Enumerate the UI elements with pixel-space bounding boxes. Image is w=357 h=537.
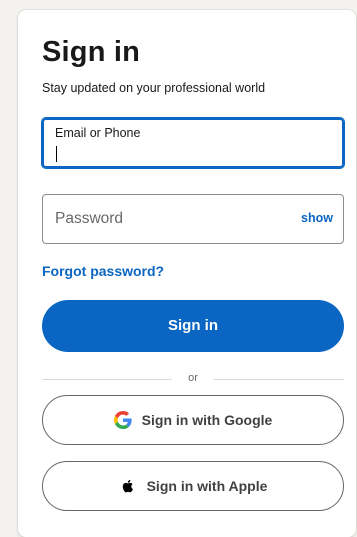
page-title: Sign in (42, 36, 141, 68)
show-password-button[interactable]: show (301, 211, 333, 225)
forgot-password-link[interactable]: Forgot password? (42, 263, 164, 279)
page-subtitle: Stay updated on your professional world (42, 81, 266, 95)
google-icon (113, 411, 132, 429)
divider-text: or (188, 372, 198, 384)
google-button-label: Sign in with Google (141, 412, 273, 428)
password-placeholder: Password (55, 210, 124, 227)
divider-line-right (214, 379, 344, 380)
email-field-label: Email or Phone (55, 126, 141, 140)
apple-button-label: Sign in with Apple (146, 478, 268, 494)
password-field[interactable]: Password show (42, 194, 344, 244)
text-caret (56, 146, 57, 162)
apple-icon (122, 479, 133, 493)
sign-in-with-google-button[interactable]: Sign in with Google (42, 395, 344, 445)
or-divider: or (42, 372, 344, 386)
signin-card: Sign in Stay updated on your professiona… (18, 10, 356, 537)
sign-in-button[interactable]: Sign in (42, 300, 344, 352)
email-field[interactable]: Email or Phone (42, 118, 344, 168)
sign-in-with-apple-button[interactable]: Sign in with Apple (42, 461, 344, 511)
